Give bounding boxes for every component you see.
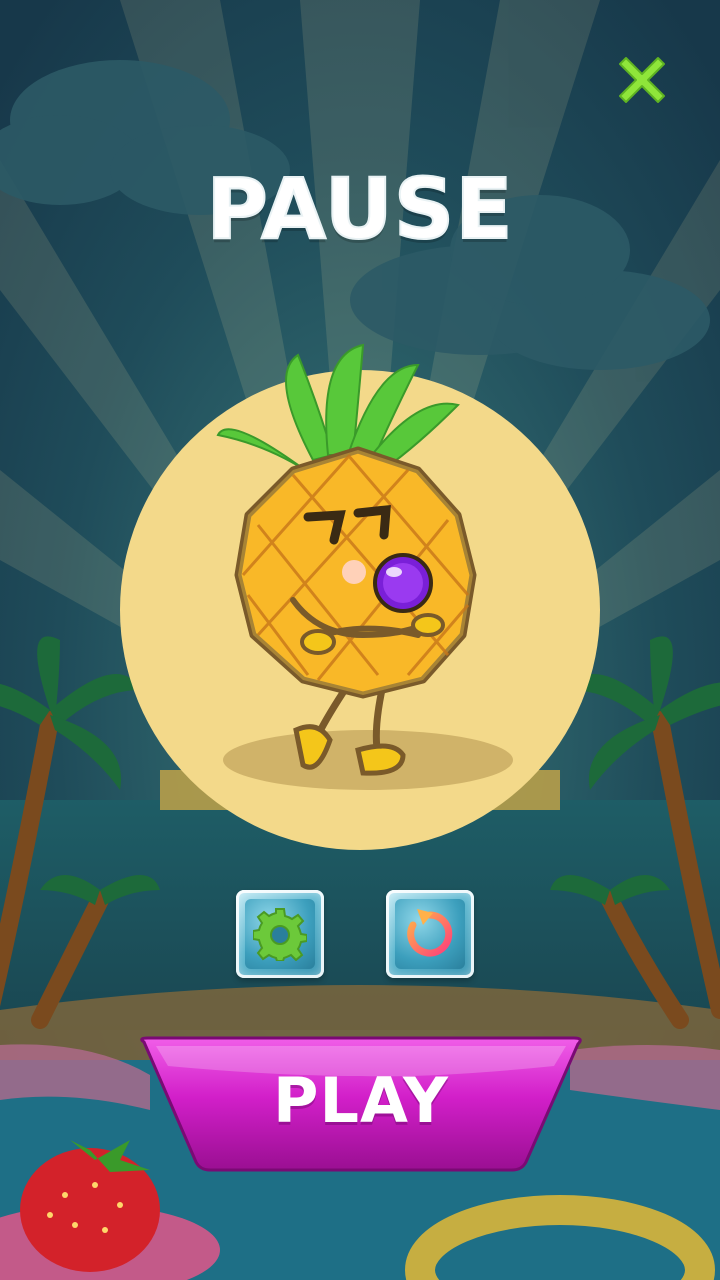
settings-button[interactable] xyxy=(236,890,324,978)
settings-button-face xyxy=(245,899,315,969)
play-button-label: PLAY xyxy=(273,1064,449,1137)
mascot-medallion xyxy=(118,335,602,855)
gear-icon xyxy=(253,908,307,961)
pause-screen: PAUSE PLAY xyxy=(0,0,720,1280)
play-button[interactable]: PLAY xyxy=(136,1036,586,1172)
restart-button[interactable] xyxy=(386,890,474,978)
pineapple-mascot-illustration xyxy=(120,343,600,850)
close-x-icon xyxy=(619,57,665,103)
page-title: PAUSE xyxy=(205,159,514,259)
close-button[interactable] xyxy=(606,44,678,116)
restart-button-face xyxy=(395,899,465,969)
restart-arrow-icon xyxy=(407,909,453,957)
